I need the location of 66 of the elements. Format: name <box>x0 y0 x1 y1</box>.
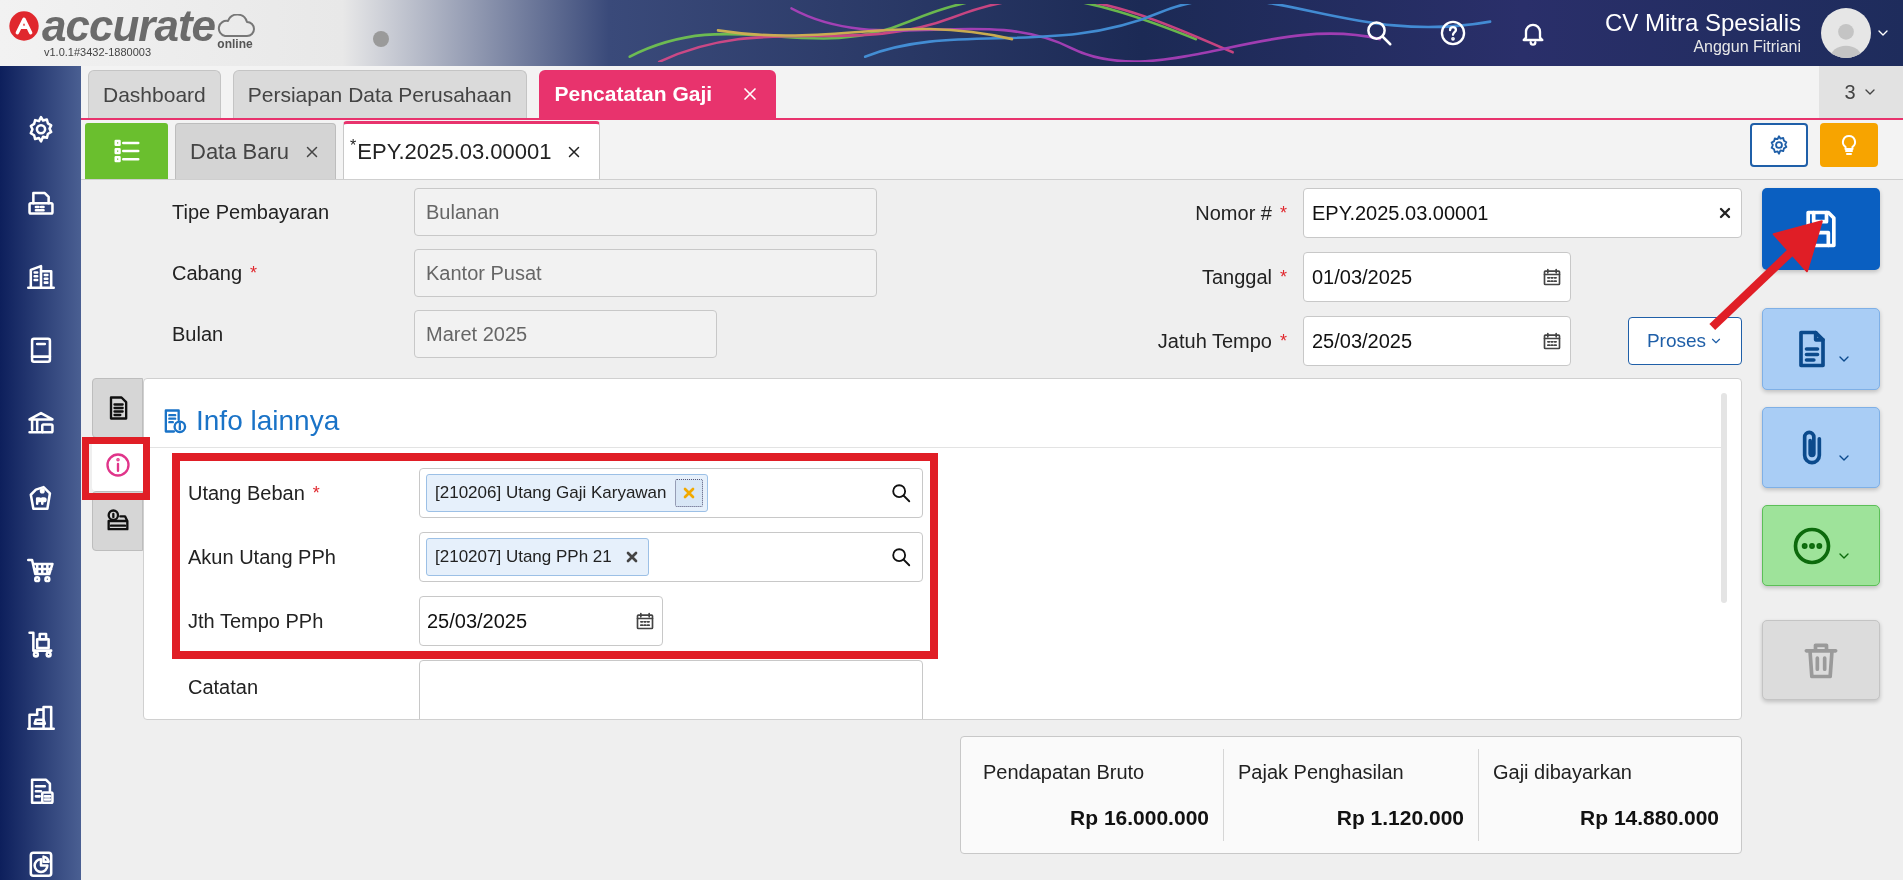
search-icon[interactable] <box>890 546 912 568</box>
date-field[interactable]: 25/03/2025 <box>1303 316 1571 366</box>
clear-icon[interactable] <box>1717 205 1733 221</box>
document-tab[interactable]: $^{*}$EPY.2025.03.00001 <box>343 121 601 179</box>
user-avatar[interactable] <box>1821 8 1871 58</box>
tab-count-dropdown[interactable]: 3 <box>1819 66 1903 118</box>
version-text: v1.0.1#3432-1880003 <box>44 46 153 58</box>
field-label: Akun Utang PPh <box>188 545 336 570</box>
attachment-menu-button[interactable] <box>1762 407 1880 488</box>
total-amount: Rp 14.880.000 <box>1580 804 1719 831</box>
required-marker: * <box>312 481 320 505</box>
module-tab[interactable]: Persiapan Data Perusahaan <box>232 70 527 118</box>
annotation-frame <box>82 437 150 500</box>
more-options-button[interactable] <box>1762 505 1880 586</box>
document-tab[interactable]: Data Baru <box>175 123 337 179</box>
required-marker: * <box>1280 201 1287 225</box>
account-select-field[interactable]: [210206] Utang Gaji Karyawan <box>419 468 923 518</box>
required-marker: * <box>1280 329 1287 353</box>
help-icon[interactable] <box>1438 19 1467 47</box>
calendar-icon[interactable] <box>1542 267 1562 287</box>
total-label: Pajak Penghasilan <box>1238 760 1405 785</box>
module-tab[interactable]: Pencatatan Gaji <box>538 70 777 118</box>
account-select-field[interactable]: [210207] Utang PPh 21 <box>419 532 923 582</box>
total-amount: Rp 1.120.000 <box>1336 804 1464 831</box>
field-label: Cabang <box>172 261 243 286</box>
calendar-icon[interactable] <box>1542 331 1562 351</box>
field-label: Tipe Pembayaran <box>172 200 330 225</box>
info-icon <box>103 450 132 479</box>
notes-field[interactable] <box>419 660 923 719</box>
side-tab[interactable] <box>92 378 143 438</box>
scrollbar[interactable] <box>1721 393 1727 603</box>
readonly-field: Bulanan <box>414 188 877 236</box>
process-dropdown-button[interactable]: Proses <box>1628 317 1742 365</box>
logo-subtitle: online <box>217 38 253 50</box>
required-marker: * <box>1280 265 1287 289</box>
input-field[interactable]: EPY.2025.03.00001 <box>1303 188 1742 238</box>
selected-account-tag[interactable]: [210206] Utang Gaji Karyawan <box>426 474 708 512</box>
company-name[interactable]: CV Mitra Spesialis <box>1604 9 1801 37</box>
date-field[interactable]: 01/03/2025 <box>1303 252 1571 302</box>
field-label: Utang Beban <box>188 481 305 506</box>
total-amount: Rp 16.000.000 <box>1070 804 1209 831</box>
calendar-icon[interactable] <box>635 611 655 631</box>
field-label: Jth Tempo PPh <box>188 609 324 634</box>
field-label: Jatuh Tempo <box>1157 329 1272 354</box>
search-icon[interactable] <box>890 482 912 504</box>
section-title: Info lainnya <box>196 405 340 437</box>
logo-icon <box>8 10 40 42</box>
date-field[interactable]: 25/03/2025 <box>419 596 663 646</box>
field-label: Nomor # <box>1195 201 1272 226</box>
field-label: Catatan <box>188 675 259 700</box>
readonly-field: Kantor Pusat <box>414 249 877 297</box>
settings-icon <box>1768 133 1790 156</box>
field-label: Bulan <box>172 322 224 347</box>
user-name: Anggun Fitriani <box>1693 37 1801 57</box>
readonly-field: Maret 2025 <box>414 310 717 358</box>
remove-tag-button[interactable] <box>674 479 703 507</box>
selected-account-tag[interactable]: [210207] Utang PPh 21 <box>426 538 649 576</box>
logo-text: accurate <box>42 6 215 46</box>
cloud-icon <box>215 14 255 38</box>
field-label: Tanggal <box>1201 265 1272 290</box>
module-tab[interactable]: Dashboard <box>88 70 221 118</box>
settings-button[interactable] <box>1750 122 1808 167</box>
total-label: Pendapatan Bruto <box>983 760 1146 785</box>
document-menu-button[interactable] <box>1762 308 1880 390</box>
required-marker: * <box>250 261 258 285</box>
total-label: Gaji dibayarkan <box>1493 760 1633 785</box>
